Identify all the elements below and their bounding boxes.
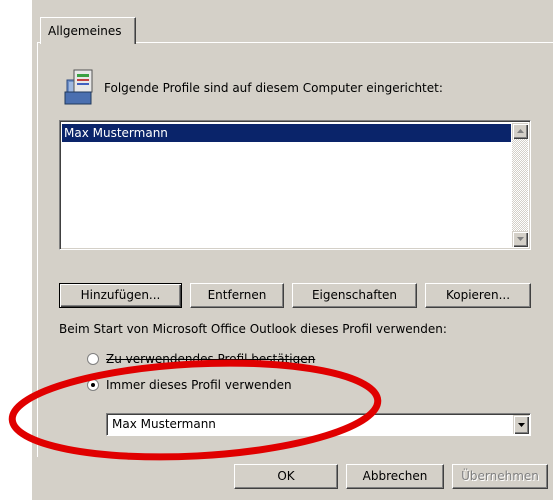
add-button-label: Hinzufügen...	[80, 288, 161, 302]
scroll-down-button[interactable]	[512, 231, 528, 247]
properties-button-label: Eigenschaften	[311, 288, 398, 302]
list-item-label: Max Mustermann	[64, 126, 168, 140]
remove-button[interactable]: Entfernen	[190, 283, 284, 308]
header-text: Folgende Profile sind auf diesem Compute…	[104, 81, 443, 95]
tab-allgemeines[interactable]: Allgemeines	[40, 17, 136, 44]
tab-label: Allgemeines	[48, 24, 122, 38]
ok-button-label: OK	[277, 469, 295, 483]
radio-confirm-label: Zu verwendendes Profil bestätigen	[106, 352, 316, 366]
radio-always-profile[interactable]	[87, 379, 99, 391]
startup-label: Beim Start von Microsoft Office Outlook …	[59, 322, 447, 336]
radio-selected-dot	[91, 383, 95, 387]
copy-button-label: Kopieren...	[445, 288, 511, 302]
add-button[interactable]: Hinzufügen...	[59, 283, 182, 308]
profile-select[interactable]: Max Mustermann	[106, 413, 531, 436]
profile-listbox[interactable]: Max Mustermann	[59, 120, 531, 250]
copy-button[interactable]: Kopieren...	[425, 283, 531, 308]
chevron-down-icon	[518, 423, 525, 427]
apply-button: Übernehmen	[452, 464, 548, 489]
radio-always-label: Immer dieses Profil verwenden	[106, 378, 292, 392]
cancel-button-label: Abbrechen	[362, 469, 428, 483]
cancel-button[interactable]: Abbrechen	[346, 464, 444, 489]
arrow-down-icon	[517, 237, 524, 241]
apply-button-label: Übernehmen	[461, 469, 539, 483]
properties-button[interactable]: Eigenschaften	[292, 283, 417, 308]
vertical-scrollbar[interactable]	[512, 123, 528, 247]
radio-confirm-profile[interactable]	[87, 353, 99, 365]
list-item[interactable]: Max Mustermann	[62, 124, 511, 142]
profile-select-dropdown-button[interactable]	[513, 415, 529, 434]
scroll-up-button[interactable]	[512, 123, 528, 139]
remove-button-label: Entfernen	[207, 288, 267, 302]
arrow-up-icon	[517, 129, 524, 133]
profile-mail-icon	[64, 69, 93, 105]
ok-button[interactable]: OK	[234, 464, 338, 489]
profile-select-value: Max Mustermann	[112, 417, 216, 431]
